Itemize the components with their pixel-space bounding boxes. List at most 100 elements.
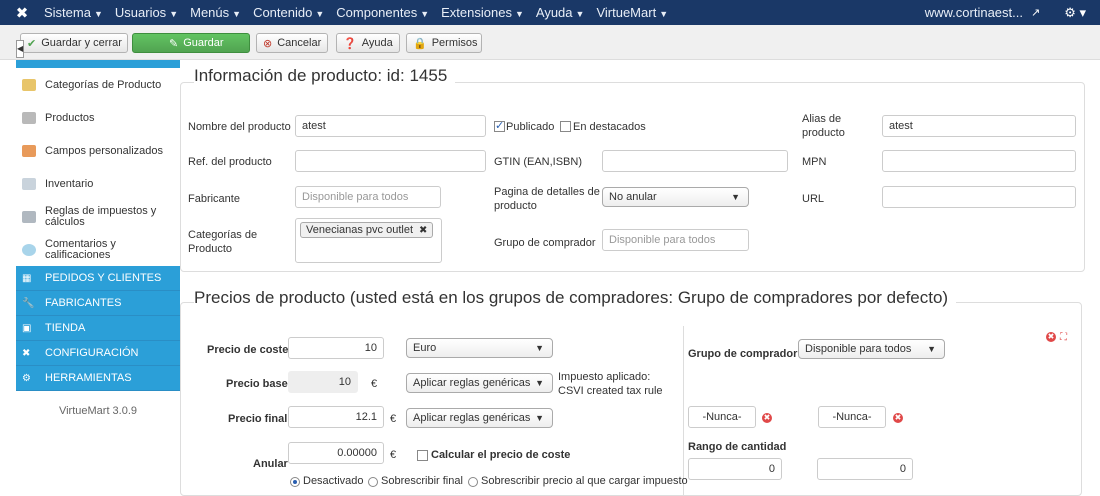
question-icon: ❓ — [343, 37, 357, 50]
mpn-input[interactable] — [882, 150, 1076, 172]
sidebar-item-label: Reglas de impuestos y cálculos — [45, 204, 157, 228]
sidebar-item-categorias[interactable]: Categorías de Producto — [16, 68, 180, 101]
final-price-input[interactable]: 12.1 — [288, 406, 384, 428]
sku-input[interactable] — [295, 150, 486, 172]
save-close-button[interactable]: ✔ Guardar y cerrar — [20, 33, 128, 53]
cost-price-input[interactable]: 10 — [288, 337, 384, 359]
menu-label: VirtueMart — [596, 5, 657, 20]
alias-label: Alias de producto — [802, 113, 845, 139]
menu-sistema[interactable]: Sistema ▼ — [44, 5, 103, 20]
cancel-button[interactable]: ⊗ Cancelar — [256, 33, 328, 53]
store-icon: ▣ — [22, 322, 32, 334]
sidebar-toggle[interactable]: ◀ — [16, 40, 24, 58]
manufacturer-label: Fabricante — [188, 193, 240, 205]
overwrite-tax-radio[interactable] — [468, 477, 478, 487]
caret-down-icon: ▼ — [232, 9, 242, 19]
sidebar-section-tienda[interactable]: ▣ TIENDA — [16, 316, 180, 341]
menu-ayuda[interactable]: Ayuda ▼ — [536, 5, 585, 20]
main-menu: Sistema ▼ Usuarios ▼ Menús ▼ Contenido ▼ Com… — [44, 5, 680, 20]
override-disabled-radio[interactable] — [290, 477, 300, 487]
sidebar-section-label: PEDIDOS Y CLIENTES — [45, 272, 162, 284]
gear-icon[interactable]: ⚙ ▾ — [1064, 5, 1086, 21]
calc-cost-checkbox[interactable] — [417, 450, 428, 461]
override-price-input[interactable]: 0.00000 — [288, 442, 384, 464]
menu-virtuemart[interactable]: VirtueMart ▼ — [596, 5, 668, 20]
help-button[interactable]: ❓ Ayuda — [336, 33, 400, 53]
detail-page-select[interactable]: No anular ▼ — [602, 187, 749, 207]
price-start-date[interactable]: -Nunca- — [688, 406, 756, 428]
final-price-label: Precio final — [228, 413, 288, 425]
caret-down-icon: ▼ — [535, 343, 544, 353]
cost-price-label: Precio de coste — [207, 344, 289, 356]
clear-end-date-icon[interactable]: ✖ — [893, 413, 903, 423]
caret-down-icon: ▼ — [420, 9, 430, 19]
alias-input[interactable]: atest — [882, 115, 1076, 137]
permissions-button[interactable]: 🔒 Permisos — [406, 33, 482, 53]
save-button[interactable]: ✎ Guardar — [132, 33, 250, 53]
orders-icon: ▦ — [22, 272, 32, 284]
sidebar-section-fabricantes[interactable]: 🔧 FABRICANTES — [16, 291, 180, 316]
wrench-icon: 🔧 — [22, 297, 35, 309]
edit-icon: ✎ — [169, 37, 179, 50]
menu-extensiones[interactable]: Extensiones ▼ — [441, 5, 524, 20]
sidebar-item-reglas[interactable]: Reglas de impuestos y cálculos — [16, 200, 180, 233]
button-label: Cancelar — [277, 37, 322, 49]
quantity-range-label: Rango de cantidad — [688, 441, 787, 453]
clear-start-date-icon[interactable]: ✖ — [762, 413, 772, 423]
expand-icon[interactable]: ⛶ — [1060, 331, 1067, 345]
price-shopper-group-select[interactable]: Disponible para todos ▼ — [798, 339, 945, 359]
base-price-value: 10 — [288, 371, 358, 393]
menu-menus[interactable]: Menús ▼ — [190, 5, 241, 20]
sidebar-item-campos[interactable]: Campos personalizados — [16, 134, 180, 167]
menu-label: Sistema — [44, 5, 91, 20]
product-icon — [22, 111, 36, 124]
check-icon: ✔ — [27, 37, 37, 50]
url-input[interactable] — [882, 186, 1076, 208]
caret-down-icon: ▼ — [927, 344, 936, 354]
sidebar-item-label: Inventario — [45, 177, 94, 190]
sidebar-item-productos[interactable]: Productos — [16, 101, 180, 134]
caret-down-icon: ▼ — [731, 192, 740, 202]
sidebar-item-comentarios[interactable]: Comentarios y calificaciones — [16, 233, 180, 266]
sidebar-section-pedidos[interactable]: ▦ PEDIDOS Y CLIENTES — [16, 266, 180, 291]
external-link-icon[interactable]: ↗ — [1031, 6, 1040, 19]
overwrite-final-radio[interactable] — [368, 477, 378, 487]
menu-usuarios[interactable]: Usuarios ▼ — [115, 5, 178, 20]
sidebar-item-inventario[interactable]: Inventario — [16, 167, 180, 200]
quantity-to-input[interactable]: 0 — [817, 458, 913, 480]
price-rules-select-2[interactable]: Aplicar reglas genéricas ▼ — [406, 408, 553, 428]
custom-fields-icon — [22, 144, 36, 157]
site-link[interactable]: www.cortinaest... — [925, 5, 1023, 20]
currency-select[interactable]: Euro ▼ — [406, 338, 553, 358]
categories-label: Categorías de Producto — [188, 229, 258, 255]
menu-contenido[interactable]: Contenido ▼ — [253, 5, 324, 20]
price-rules-select-1[interactable]: Aplicar reglas genéricas ▼ — [406, 373, 553, 393]
select-value: No anular — [609, 191, 657, 203]
caret-down-icon: ▼ — [514, 9, 524, 19]
price-end-date[interactable]: -Nunca- — [818, 406, 886, 428]
cancel-icon: ⊗ — [263, 37, 273, 50]
prices-title: Precios de producto (usted está en los g… — [194, 288, 957, 308]
manufacturer-select[interactable]: Disponible para todos — [295, 186, 441, 208]
euro-symbol: € — [390, 449, 397, 461]
product-name-input[interactable]: atest — [295, 115, 486, 137]
quantity-from-input[interactable]: 0 — [688, 458, 782, 480]
published-checkbox[interactable] — [494, 119, 505, 132]
gtin-input[interactable] — [602, 150, 788, 172]
menu-label: Usuarios — [114, 5, 167, 20]
navbar-right: www.cortinaest... ↗ ⚙ ▾ — [925, 0, 1100, 25]
tag-label: Venecianas pvc outlet — [306, 224, 414, 236]
button-label: Guardar — [183, 37, 224, 49]
caret-down-icon: ▼ — [169, 9, 179, 19]
joomla-logo-icon[interactable]: ✖ — [0, 4, 44, 22]
menu-componentes[interactable]: Componentes ▼ — [336, 5, 429, 20]
sidebar-section-label: HERRAMIENTAS — [45, 372, 132, 384]
featured-checkbox[interactable] — [560, 121, 571, 132]
remove-tag-icon[interactable]: ✖ — [419, 225, 427, 236]
category-tag[interactable]: Venecianas pvc outlet ✖ — [300, 222, 434, 238]
shopper-group-select[interactable]: Disponible para todos — [602, 229, 749, 251]
sidebar-section-herramientas[interactable]: ⚙ HERRAMIENTAS — [16, 366, 180, 391]
sidebar-section-configuracion[interactable]: ✖ CONFIGURACIÓN — [16, 341, 180, 366]
delete-price-icon[interactable]: ✖ — [1046, 332, 1056, 342]
product-name-label: Nombre del producto — [188, 121, 291, 133]
